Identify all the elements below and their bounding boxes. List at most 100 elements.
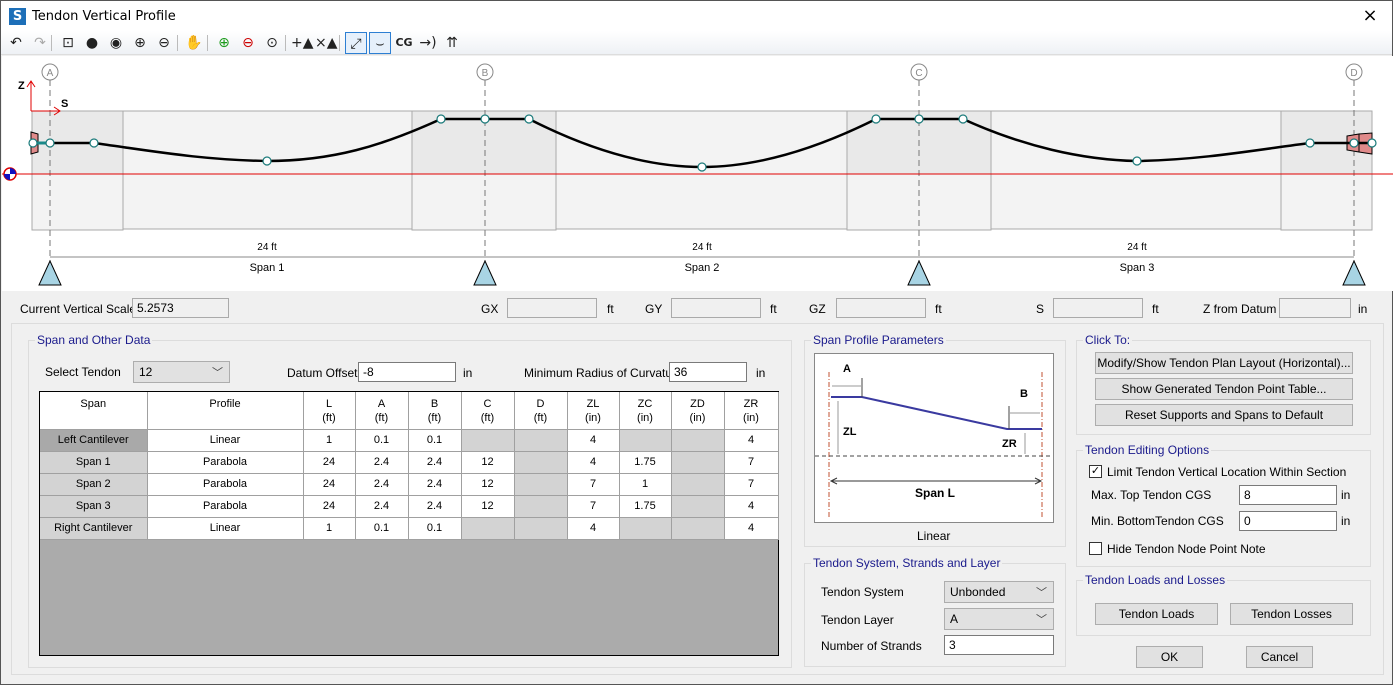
delete-support-icon[interactable]: ×▲ [315,32,338,54]
cell-span[interactable]: Span 3 [40,495,148,518]
hide-node-note-checkbox[interactable] [1089,542,1102,555]
datum-marker-icon[interactable] [3,167,17,181]
tendon-point[interactable] [697,162,707,172]
cell-l[interactable]: 24 [303,495,356,518]
support-c-icon[interactable] [907,259,931,286]
cell-b[interactable]: 2.4 [408,495,462,518]
cell-zl[interactable]: 4 [567,451,620,474]
zoom-extents-icon[interactable]: ● [81,32,103,54]
cell-c[interactable]: 12 [461,495,515,518]
reset-supports-button[interactable]: Reset Supports and Spans to Default [1095,404,1353,426]
cell-c[interactable]: 12 [461,473,515,496]
strands-input[interactable] [944,635,1054,655]
tendon-layer-dropdown[interactable]: A ﹀ [944,608,1054,630]
cell-l[interactable]: 24 [303,473,356,496]
spans-icon[interactable]: ⇈ [441,32,463,54]
jacking-icon[interactable]: →) [417,32,439,54]
cell-profile[interactable]: Linear [147,517,304,540]
min-radius-input[interactable] [669,362,747,382]
cell-span[interactable]: Right Cantilever [40,517,148,540]
tendon-point[interactable] [1367,138,1377,148]
cell-span[interactable]: Span 1 [40,451,148,474]
modify-plan-layout-button[interactable]: Modify/Show Tendon Plan Layout (Horizont… [1095,352,1353,374]
cell-zr[interactable]: 7 [724,451,779,474]
zoom-previous-icon[interactable]: ◉ [105,32,127,54]
span-data-grid[interactable]: Span Profile L (ft) A (ft) B (ft) C (ft) D (ft) ZL (i… [39,391,779,656]
table-row[interactable]: Span 2 Parabola 24 2.4 2.4 12 7 1 7 [40,473,779,496]
tendon-loads-button[interactable]: Tendon Loads [1095,603,1218,625]
pan-icon[interactable]: ✋ [183,32,205,54]
cell-zr[interactable]: 4 [724,517,779,540]
cell-zl[interactable]: 4 [567,429,620,452]
cell-b[interactable]: 0.1 [408,429,462,452]
cell-profile[interactable]: Parabola [147,473,304,496]
min-bottom-input[interactable] [1239,511,1337,531]
point-icon[interactable]: ⊙ [261,32,283,54]
tendon-system-dropdown[interactable]: Unbonded ﹀ [944,581,1054,603]
cell-b[interactable]: 2.4 [408,451,462,474]
table-row[interactable]: Span 1 Parabola 24 2.4 2.4 12 4 1.75 7 [40,451,779,474]
cell-zl[interactable]: 7 [567,495,620,518]
support-a-icon[interactable] [38,259,62,286]
tendon-point[interactable] [480,114,490,124]
max-top-input[interactable] [1239,485,1337,505]
cell-zl[interactable]: 4 [567,517,620,540]
cell-span[interactable]: Left Cantilever [40,429,148,452]
datum-offset-input[interactable] [358,362,456,382]
cell-zr[interactable]: 7 [724,473,779,496]
axes-view-icon[interactable]: ⤢ [345,32,367,54]
remove-point-icon[interactable]: ⊖ [237,32,259,54]
cell-zc[interactable]: 1.75 [619,451,672,474]
cell-profile[interactable]: Parabola [147,495,304,518]
tendon-point[interactable] [28,138,38,148]
tendon-point[interactable] [89,138,99,148]
cell-a[interactable]: 0.1 [355,517,409,540]
profile-drawing[interactable]: A B C D Z S 24 ft Span 1 24 ft Span 2 24… [2,56,1393,291]
tendon-point[interactable] [1349,138,1359,148]
cell-profile[interactable]: Linear [147,429,304,452]
tendon-point[interactable] [524,114,534,124]
table-row[interactable]: Left Cantilever Linear 1 0.1 0.1 4 4 [40,429,779,452]
cancel-button[interactable]: Cancel [1246,646,1313,668]
cell-zr[interactable]: 4 [724,495,779,518]
redo-icon[interactable]: ↷ [29,32,51,54]
tendon-point[interactable] [436,114,446,124]
tendon-point[interactable] [1132,156,1142,166]
cg-icon[interactable]: CG [393,32,415,54]
cell-a[interactable]: 2.4 [355,495,409,518]
cell-b[interactable]: 0.1 [408,517,462,540]
show-point-table-button[interactable]: Show Generated Tendon Point Table... [1095,378,1353,400]
cell-profile[interactable]: Parabola [147,451,304,474]
zoom-in-icon[interactable]: ⊕ [129,32,151,54]
support-b-icon[interactable] [473,259,497,286]
cell-zl[interactable]: 7 [567,473,620,496]
span-table[interactable]: Span Profile L (ft) A (ft) B (ft) C (ft) D (ft) ZL (i… [40,392,779,540]
zoom-window-icon[interactable]: ⊡ [57,32,79,54]
cell-a[interactable]: 2.4 [355,451,409,474]
tendon-point[interactable] [262,156,272,166]
cell-a[interactable]: 0.1 [355,429,409,452]
tendon-losses-button[interactable]: Tendon Losses [1230,603,1353,625]
add-support-icon[interactable]: +▲ [291,32,314,54]
profile-points-icon[interactable]: ⌣ [369,32,391,54]
tendon-point[interactable] [1305,138,1315,148]
table-row[interactable]: Right Cantilever Linear 1 0.1 0.1 4 4 [40,517,779,540]
cell-zc[interactable]: 1.75 [619,495,672,518]
table-row[interactable]: Span 3 Parabola 24 2.4 2.4 12 7 1.75 4 [40,495,779,518]
select-tendon-dropdown[interactable]: 12 ﹀ [133,361,230,383]
cell-l[interactable]: 24 [303,451,356,474]
tendon-point[interactable] [871,114,881,124]
cell-zr[interactable]: 4 [724,429,779,452]
support-d-icon[interactable] [1342,259,1366,286]
zoom-out-icon[interactable]: ⊖ [153,32,175,54]
undo-icon[interactable]: ↶ [5,32,27,54]
ok-button[interactable]: OK [1136,646,1203,668]
cell-l[interactable]: 1 [303,429,356,452]
cell-span[interactable]: Span 2 [40,473,148,496]
tendon-point[interactable] [958,114,968,124]
cell-b[interactable]: 2.4 [408,473,462,496]
limit-location-checkbox[interactable]: ✓ [1089,465,1102,478]
profile-canvas[interactable]: A B C D Z S 24 ft Span 1 24 ft Span 2 24… [2,56,1393,291]
cell-zc[interactable]: 1 [619,473,672,496]
close-button[interactable]: × [1348,1,1392,31]
